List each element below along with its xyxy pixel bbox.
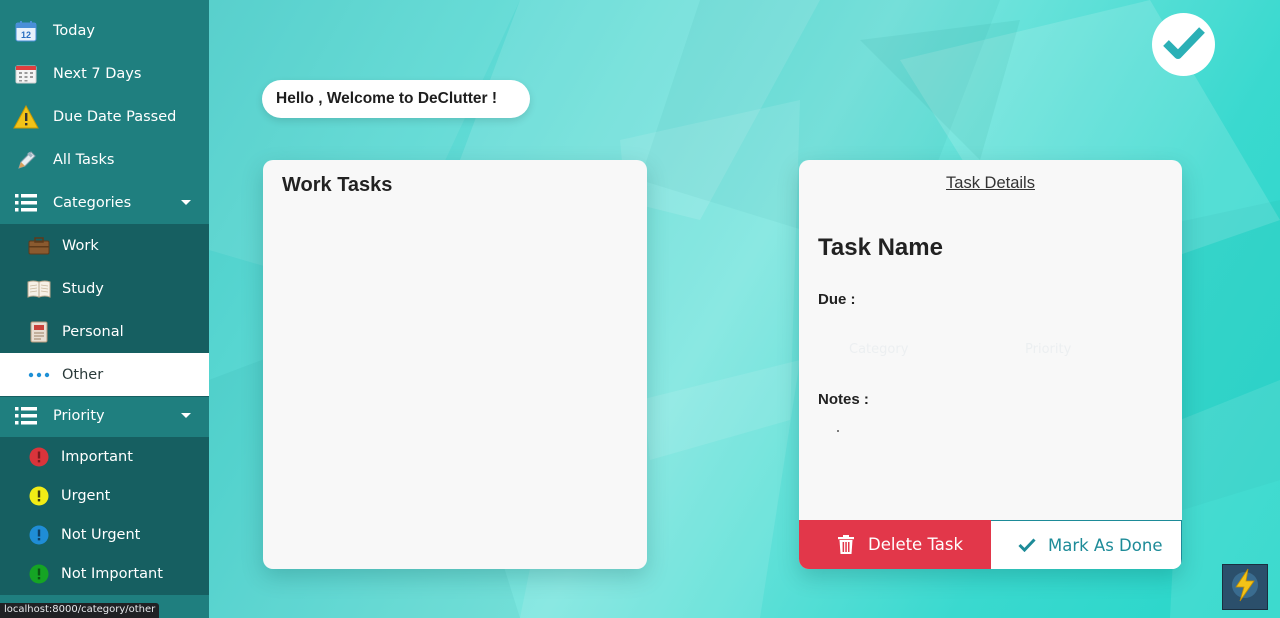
sidebar-item-label: Important (61, 448, 133, 465)
dots-icon (26, 362, 52, 388)
sidebar-item-priority[interactable]: Priority (0, 394, 209, 437)
sidebar-item-label: Not Important (61, 565, 163, 582)
chevron-down-icon[interactable] (181, 413, 191, 418)
sidebar-item-label: Next 7 Days (53, 65, 142, 82)
category-placeholder: Category (849, 342, 909, 357)
sidebar-item-study[interactable]: Study (0, 267, 209, 310)
delete-task-label: Delete Task (868, 535, 964, 554)
warning-icon (13, 104, 39, 130)
sidebar-item-label: Today (53, 22, 95, 39)
sidebar-item-next-7-days[interactable]: Next 7 Days (0, 52, 209, 95)
mark-as-done-label: Mark As Done (1048, 535, 1163, 555)
sidebar-item-not-important[interactable]: Not Important (0, 554, 209, 593)
exclamation-circle-icon (26, 522, 52, 548)
tasks-panel: Work Tasks (263, 160, 647, 569)
briefcase-icon (26, 233, 52, 259)
welcome-banner: Hello , Welcome to DeClutter ! (262, 80, 530, 118)
delete-task-button[interactable]: Delete Task (799, 520, 991, 569)
svg-text:12: 12 (21, 30, 31, 40)
status-bar-url: localhost:8000/category/other (0, 603, 160, 618)
task-name: Task Name (818, 234, 943, 261)
exclamation-circle-icon (26, 444, 52, 470)
trash-icon (838, 535, 854, 558)
sidebar-item-label: Due Date Passed (53, 108, 177, 125)
exclamation-circle-icon (26, 561, 52, 587)
priority-placeholder: Priority (1025, 342, 1072, 357)
exclamation-circle-icon (26, 483, 52, 509)
sidebar-item-due-date-passed[interactable]: Due Date Passed (0, 95, 209, 138)
app-logo-check[interactable] (1152, 13, 1215, 76)
sidebar-item-important[interactable]: Important (0, 437, 209, 476)
sidebar-item-label: Work (62, 237, 99, 254)
sidebar-item-label: Study (62, 280, 104, 297)
due-label: Due : (818, 291, 856, 308)
task-details-header: Task Details (946, 174, 1035, 192)
sidebar-item-personal[interactable]: Personal (0, 310, 209, 353)
calendar-grid-icon (13, 61, 39, 87)
sidebar-item-label: Not Urgent (61, 526, 141, 543)
calendar-12-icon: 12 (13, 18, 39, 44)
book-icon (26, 276, 52, 302)
sidebar: 12 Today Next 7 Days Due Date Passed All… (0, 0, 209, 618)
sidebar-item-today[interactable]: 12 Today (0, 9, 209, 52)
sidebar-item-label: Priority (53, 407, 105, 424)
check-icon (1018, 537, 1036, 556)
mark-as-done-button[interactable]: Mark As Done (991, 520, 1182, 569)
sidebar-item-categories[interactable]: Categories (0, 181, 209, 224)
categories-submenu: Work Study Personal Other (0, 224, 209, 397)
sidebar-item-label: All Tasks (53, 151, 115, 168)
pen-icon (13, 147, 39, 173)
tasks-panel-title: Work Tasks (282, 174, 393, 196)
sidebar-item-label: Categories (53, 194, 132, 211)
check-icon (1162, 25, 1206, 65)
priority-submenu: Important Urgent Not Urgent Not Importan… (0, 437, 209, 595)
sidebar-item-not-urgent[interactable]: Not Urgent (0, 515, 209, 554)
list-icon (13, 190, 39, 216)
list-icon (13, 403, 39, 429)
notebook-icon (26, 319, 52, 345)
task-details-panel: Task Details Task Name Due : Category Pr… (799, 160, 1182, 569)
sidebar-item-label: Personal (62, 323, 124, 340)
sidebar-item-work[interactable]: Work (0, 224, 209, 267)
notes-content (837, 430, 839, 432)
notes-label: Notes : (818, 391, 869, 408)
sidebar-item-all-tasks[interactable]: All Tasks (0, 138, 209, 181)
sidebar-item-label: Other (62, 366, 104, 383)
lightning-bolt-icon (1230, 567, 1260, 607)
sidebar-item-other[interactable]: Other (0, 353, 209, 396)
bolt-app-icon[interactable] (1222, 564, 1268, 610)
sidebar-item-urgent[interactable]: Urgent (0, 476, 209, 515)
sidebar-item-label: Urgent (61, 487, 111, 504)
chevron-down-icon[interactable] (181, 200, 191, 205)
